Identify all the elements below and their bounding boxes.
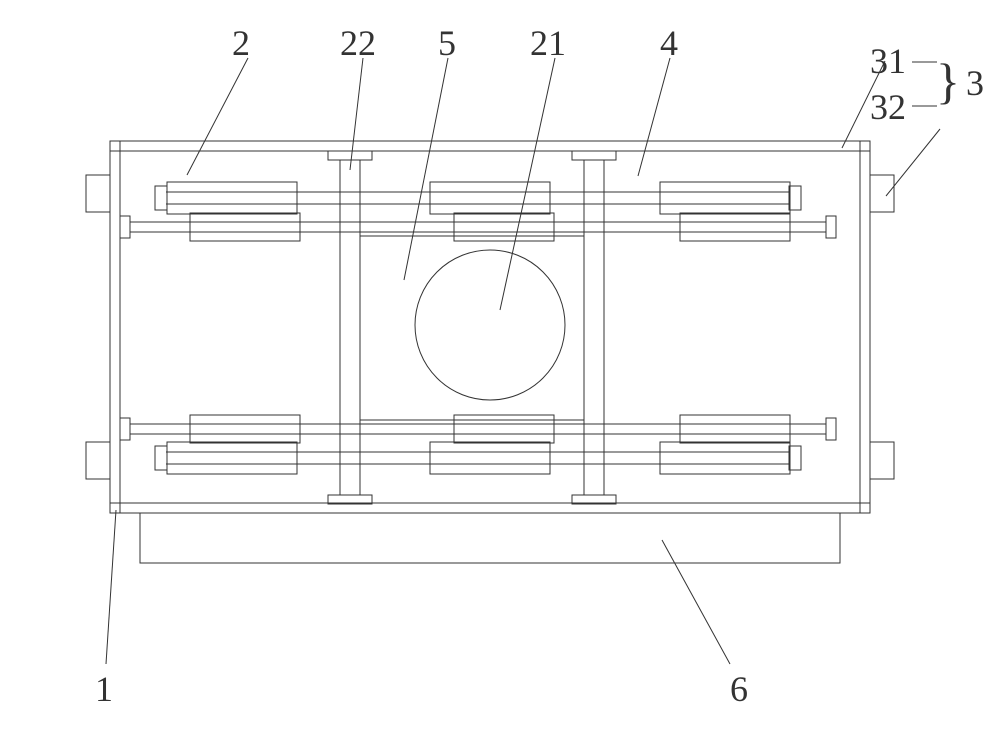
label-21: 21	[530, 22, 566, 64]
label-2: 2	[232, 22, 250, 64]
label-32: 32	[870, 86, 906, 128]
label-6: 6	[730, 668, 748, 710]
label-5: 5	[438, 22, 456, 64]
bracket-3: }	[936, 52, 960, 110]
label-31: 31	[870, 40, 906, 82]
label-22: 22	[340, 22, 376, 64]
technical-drawing	[0, 0, 1000, 732]
label-3: 3	[966, 62, 984, 104]
label-1: 1	[95, 668, 113, 710]
label-4: 4	[660, 22, 678, 64]
